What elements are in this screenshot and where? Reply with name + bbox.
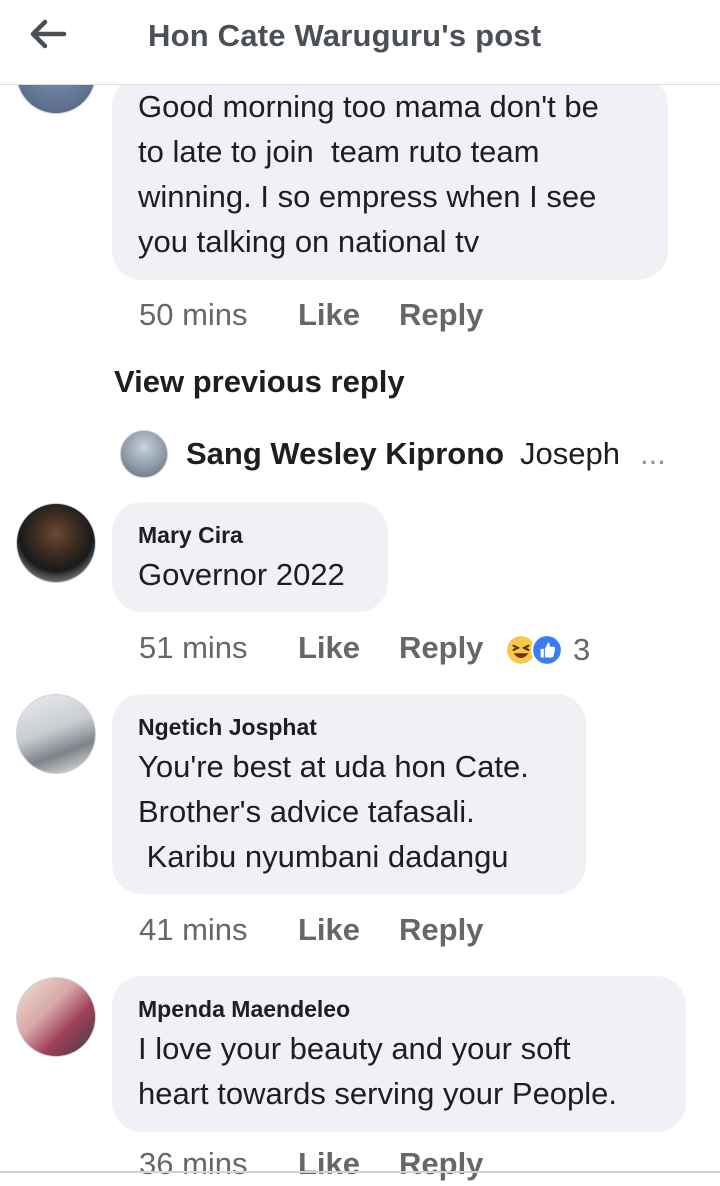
comment-bubble: Good morning too mama don't be to late t…: [112, 76, 668, 280]
comment-author[interactable]: Ngetich Josphat: [138, 714, 317, 741]
reply-ellipsis: ...: [640, 436, 666, 471]
comment-actions: 41 mins Like Reply: [139, 912, 619, 952]
reply-author: Sang Wesley Kiprono: [186, 436, 505, 471]
reply-snippet: Joseph: [520, 436, 620, 471]
like-button[interactable]: Like: [298, 297, 360, 333]
header-bar: Hon Cate Waruguru's post: [0, 0, 720, 85]
avatar[interactable]: [16, 977, 96, 1057]
like-button[interactable]: Like: [298, 630, 360, 666]
comment-actions: 36 mins Like Reply: [139, 1146, 619, 1186]
comment-actions: 50 mins Like Reply: [139, 297, 639, 337]
comment-bubble: Ngetich Josphat You're best at uda hon C…: [112, 694, 586, 894]
page-title: Hon Cate Waruguru's post: [148, 18, 542, 53]
back-button[interactable]: [26, 14, 70, 54]
arrow-left-icon: [30, 19, 67, 49]
comment-author[interactable]: Mpenda Maendeleo: [138, 996, 350, 1023]
comment-bubble: Mary Cira Governor 2022: [112, 502, 388, 612]
comment-time: 41 mins: [139, 912, 248, 947]
view-previous-reply-link[interactable]: View previous reply: [114, 364, 405, 400]
reaction-count: 3: [573, 632, 591, 667]
comment-time: 50 mins: [139, 297, 248, 332]
like-button[interactable]: Like: [298, 1146, 360, 1182]
reply-button[interactable]: Reply: [399, 630, 483, 666]
comment-text: Good morning too mama don't be to late t…: [138, 89, 599, 259]
reply-preview[interactable]: Sang Wesley Kiprono Joseph ...: [120, 430, 680, 480]
reply-button[interactable]: Reply: [399, 297, 483, 333]
comment-actions: 51 mins Like Reply 3: [139, 630, 619, 670]
comment-author[interactable]: Mary Cira: [138, 522, 243, 549]
comment-bubble: Mpenda Maendeleo I love your beauty and …: [112, 976, 686, 1132]
comment-time: 51 mins: [139, 630, 248, 665]
avatar[interactable]: [16, 503, 96, 583]
comment-text: Governor 2022: [138, 557, 345, 592]
like-button[interactable]: Like: [298, 912, 360, 948]
comment-time: 36 mins: [139, 1146, 248, 1181]
like-icon: [531, 634, 563, 666]
comment-text: You're best at uda hon Cate. Brother's a…: [138, 749, 529, 874]
reply-button[interactable]: Reply: [399, 912, 483, 948]
avatar[interactable]: [16, 694, 96, 774]
reaction-summary[interactable]: 3: [505, 632, 590, 668]
comment-text: I love your beauty and your soft heart t…: [138, 1031, 618, 1111]
reply-button[interactable]: Reply: [399, 1146, 483, 1182]
avatar: [120, 430, 168, 478]
